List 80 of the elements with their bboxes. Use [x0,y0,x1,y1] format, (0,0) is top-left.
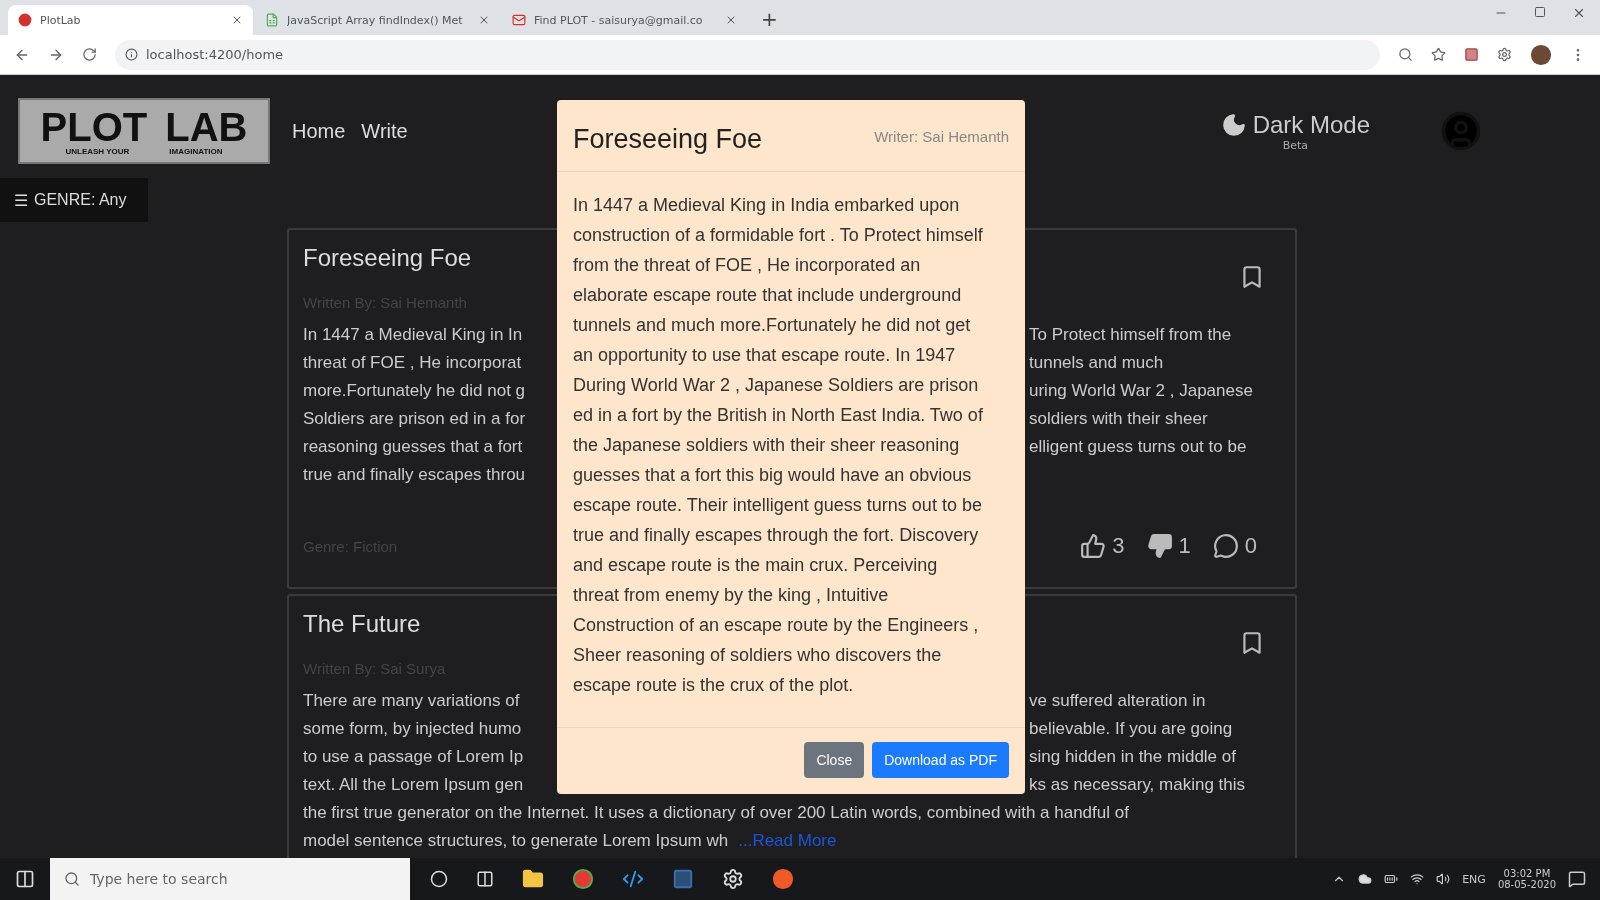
close-icon[interactable] [725,14,737,26]
story-text: threat of FOE , He incorporat [303,352,523,374]
search-icon [64,871,80,887]
story-text: ks as necessary, making this [1029,774,1247,796]
logo-tagline: IMAGINATION [169,146,223,156]
logo-text: LAB [165,106,248,147]
app-icon[interactable] [772,868,794,890]
taskbar-search-field[interactable]: Type here to search [50,858,410,900]
story-text: true and finally escapes throu [303,464,527,486]
story-title: The Future [303,610,421,639]
star-icon[interactable] [1431,47,1446,62]
story-text: In 1447 a Medieval King in In [303,324,524,346]
writer-text: Writer: Sai Hemanth [874,128,1009,145]
volume-icon[interactable] [1436,872,1451,886]
folder-icon[interactable] [522,868,544,890]
browser-tab[interactable]: PlotLab [8,5,253,35]
logo-text: PLOT [40,106,148,147]
browser-tab[interactable]: Find PLOT - saisurya@gmail.co [502,5,747,35]
story-text: more.Fortunately he did not g [303,380,527,402]
count-text: 3 [1112,533,1125,559]
beta-label: Beta [1282,138,1308,152]
logo-tagline: UNLEASH YOUR [65,146,130,156]
clock-date[interactable]: 08-05-2020 [1497,879,1556,890]
task-view-icon[interactable] [476,870,494,888]
comment-icon[interactable] [1212,533,1239,559]
nav-link[interactable]: Home [292,119,346,143]
app-icon[interactable] [672,868,694,890]
story-text: text. All the Lorem Ipsum gen [303,774,525,796]
address-field[interactable]: localhost:4200/home [115,39,1380,70]
thumbs-up-icon[interactable] [1080,533,1107,559]
cortana-icon[interactable] [430,870,448,888]
story-text: Soldiers are prison ed in a for [303,408,527,430]
notification-icon[interactable] [1568,870,1586,888]
story-text: to use a passage of Lorem Ip [303,746,525,768]
story-title: Foreseeing Foe [303,244,472,273]
story-text: To Protect himself from the [1029,324,1233,346]
reload-icon[interactable] [82,47,97,62]
maximize-icon[interactable] [1534,5,1546,18]
genre-button[interactable]: ☰ GENRE: Any [0,178,148,222]
browser-tab[interactable]: JavaScript Array findIndex() Met [255,5,500,35]
search-icon[interactable] [1398,47,1413,62]
code-editor-icon[interactable] [622,868,644,890]
profile-avatar[interactable] [1530,43,1552,66]
cloud-icon[interactable] [1358,872,1373,886]
story-text: uring World War 2 , Japanese [1029,380,1254,402]
story-text: There are many variations of [303,690,521,712]
clock-time[interactable]: 03:02 PM [1503,868,1551,879]
battery-icon[interactable] [1384,872,1399,886]
mail-icon [512,13,526,27]
tab-favicon-icon [18,13,32,27]
download-button[interactable]: Download as PDF [872,742,1009,778]
tab-favicon-icon [265,13,279,27]
close-icon[interactable] [231,14,243,26]
story-text: some form, by injected humo [303,718,523,740]
nav-link[interactable]: Write [361,119,408,143]
story-text: the first true generator on the Internet. It uses a dictionary of over 200 Latin words, combined with a handful of [303,803,1129,822]
new-tab-button[interactable]: + [749,7,790,35]
story-text: ve suffered alteration in [1029,690,1207,712]
browser-icon[interactable] [572,868,594,890]
logo[interactable]: PLOT LAB UNLEASH YOUR IMAGINATION [18,98,270,164]
close-button[interactable]: Close [804,742,865,778]
info-icon [125,48,138,61]
moon-icon[interactable] [1220,111,1247,138]
wifi-icon[interactable] [1410,872,1425,886]
story-text: In 1447 a Medieval King in India embarked upon construction of a formidable fort . To Protect himself from the threat of FOE , He incorporated an elaborate escape route that include underground tunnels and much more.Fortunately he did not get an opportunity to use that escape route. In 1947 During World War 2 , Japanese Soldiers are prison ed in a fort by the British in North East India. Two of the Japanese soldiers with their sheer reasoning guesses that a fort this big would have an obvious escape route. Their intelligent guess turns out to be true and finally escapes through the fort. Discovery and escape route is the main crux. Perceiving threat from enemy by the king , Intuitive Construction of an escape route by the Engineers , Sheer reasoning of soldiers who discovers the escape route is the crux of the plot. [572,194,984,697]
story-text: sing hidden in the middle of [1029,746,1237,768]
dark-mode-toggle[interactable]: Dark Mode [1252,110,1370,139]
close-icon[interactable] [478,14,490,26]
story-text: model sentence structures, to generate Lorem Ipsum wh [303,831,729,850]
thumbs-down-icon[interactable] [1146,533,1173,559]
story-text: tunnels and much [1029,352,1165,374]
story-text: believable. If you are going [1029,718,1234,740]
extension-icon[interactable] [1464,47,1479,62]
dialog-title: Foreseeing Foe [573,124,763,155]
story-text: soldiers with their sheer [1029,408,1209,430]
story-text: reasoning guesses that a fort [303,436,524,458]
language-indicator[interactable]: ENG [1462,872,1486,886]
story-text: elligent guess turns out to be [1029,436,1248,458]
count-text: 1 [1178,533,1191,559]
count-text: 0 [1244,533,1257,559]
